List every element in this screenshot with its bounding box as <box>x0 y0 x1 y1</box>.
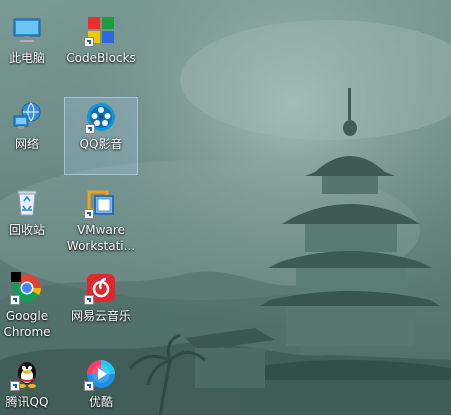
desktop-icon-qq-player[interactable]: QQ影音 <box>64 97 138 175</box>
network-icon <box>13 102 41 129</box>
desktop-icon-label: 网络 <box>14 137 39 151</box>
desktop-icon-network[interactable]: 网络 <box>0 90 64 168</box>
desktop-icon-label: 腾讯QQ <box>5 395 49 409</box>
desktop-icon-youku[interactable]: 优酷 <box>64 348 138 415</box>
desktop-icon-label: 此电脑 <box>8 51 45 65</box>
shortcut-arrow-icon <box>84 209 94 219</box>
computer-icon <box>13 18 41 42</box>
shortcut-arrow-icon <box>84 37 94 47</box>
desktop-icon-label: Google Chrome <box>3 309 51 339</box>
desktop-icon-label: 优酷 <box>88 395 113 409</box>
desktop-icon-this-pc[interactable]: 此电脑 <box>0 4 64 82</box>
shortcut-arrow-icon <box>84 295 94 305</box>
desktop-icon-vmware[interactable]: VMware Workstati... <box>64 176 138 254</box>
shortcut-arrow-icon <box>10 381 20 391</box>
desktop-icon-codeblocks[interactable]: CodeBlocks <box>64 4 138 82</box>
desktop-icon-label: QQ影音 <box>79 137 123 151</box>
desktop-icon-recycle-bin[interactable]: 回收站 <box>0 176 64 254</box>
desktop-icon-google-chrome[interactable]: Google Chrome <box>0 262 64 340</box>
desktop-icon-label: 回收站 <box>8 223 45 237</box>
desktop-icon-netease-cloud-music[interactable]: 网易云音乐 <box>64 262 138 340</box>
shortcut-arrow-icon <box>10 295 20 305</box>
desktop[interactable]: 此电脑 网络 回收站 Google Chrome 腾讯QQ CodeBlocks… <box>0 0 451 415</box>
desktop-icon-label: VMware Workstati... <box>66 223 136 253</box>
shortcut-arrow-icon <box>85 124 95 134</box>
recycle-bin-icon <box>17 190 37 216</box>
shortcut-arrow-icon <box>84 381 94 391</box>
desktop-icon-label: 网易云音乐 <box>70 309 131 323</box>
desktop-icon-tencent-qq[interactable]: 腾讯QQ <box>0 348 64 415</box>
desktop-icon-label: CodeBlocks <box>66 51 136 65</box>
